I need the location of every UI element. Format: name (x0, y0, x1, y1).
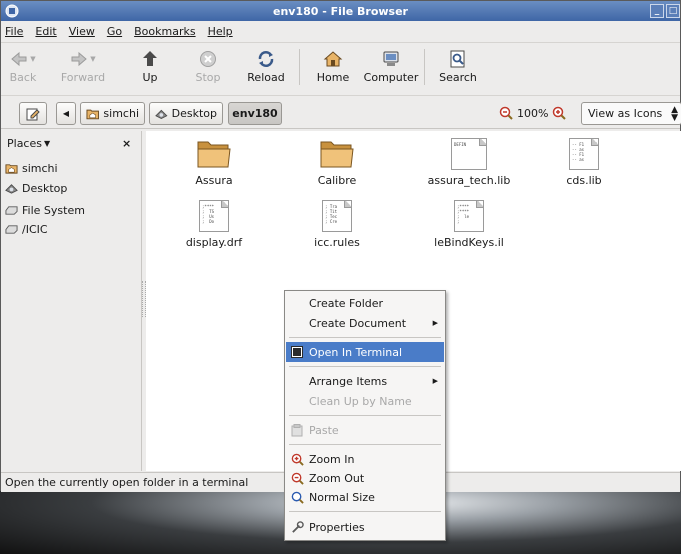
menu-separator (289, 366, 441, 367)
text-file-icon: DEFIN (451, 138, 487, 170)
window-title: env180 - File Browser (273, 4, 408, 18)
desktop-icon (155, 109, 168, 119)
drive-icon (5, 206, 18, 215)
menu-separator (289, 337, 441, 338)
computer-icon (383, 51, 399, 66)
zoom-out-icon[interactable] (499, 106, 513, 120)
folder-icon (197, 141, 231, 168)
properties-icon (291, 520, 304, 533)
file-item[interactable]: ;**** ;**** ; le ; leBindKeys.il (414, 198, 524, 249)
location-bar: ◀ simchi Desktop env180 100% View as Ico… (1, 95, 681, 129)
menu-item-zoom-out[interactable]: Zoom Out (286, 468, 444, 488)
reload-button[interactable]: Reload (237, 47, 295, 84)
app-icon (5, 4, 19, 18)
menu-separator (289, 511, 441, 512)
menu-file[interactable]: File (5, 25, 23, 38)
maximize-button[interactable]: □ (666, 4, 680, 18)
zoom-in-icon[interactable] (552, 106, 567, 120)
text-file-icon: ;**** ; TS ; Us ; Do (199, 200, 229, 232)
menu-item-create-document[interactable]: Create Document ▶ (286, 313, 444, 333)
file-item[interactable]: -- F1 -- as -- F1 -- as cds.lib (529, 136, 639, 187)
zoom-normal-icon (291, 491, 304, 504)
up-arrow-icon (143, 51, 157, 66)
back-arrow-icon (11, 51, 27, 67)
search-icon (450, 50, 465, 68)
crumb-env180[interactable]: env180 (228, 102, 282, 125)
file-item[interactable]: Assura (159, 136, 269, 187)
submenu-arrow-icon: ▶ (432, 319, 438, 327)
menu-item-clean-up[interactable]: Clean Up by Name (286, 391, 444, 411)
home-button[interactable]: Home (304, 47, 362, 84)
sidebar-item-simchi[interactable]: simchi (5, 162, 58, 175)
menu-item-properties[interactable]: Properties (286, 517, 444, 537)
reload-icon (258, 51, 274, 67)
file-item[interactable]: ;**** ; TS ; Us ; Do display.drf (159, 198, 269, 249)
desktop-icon (5, 184, 18, 194)
submenu-arrow-icon: ▶ (432, 377, 438, 385)
text-file-icon: -- F1 -- as -- F1 -- as (569, 138, 599, 170)
menu-edit[interactable]: Edit (35, 25, 56, 38)
sidebar-item-desktop[interactable]: Desktop (5, 182, 67, 195)
menu-bookmarks[interactable]: Bookmarks (134, 25, 195, 38)
drive-icon (5, 225, 18, 234)
up-button[interactable]: Up (121, 47, 179, 84)
menu-help[interactable]: Help (208, 25, 233, 38)
menu-item-normal-size[interactable]: Normal Size (286, 487, 444, 507)
title-bar[interactable]: env180 - File Browser _ □ (1, 1, 680, 21)
edit-location-icon (26, 108, 40, 120)
stop-icon (200, 51, 216, 67)
text-file-icon: ; Tra ; Tit ; Tec ; Cre (322, 200, 352, 232)
sidebar-item-icic[interactable]: /ICIC (5, 223, 48, 236)
forward-arrow-icon (71, 51, 88, 67)
terminal-icon (291, 346, 303, 358)
home-folder-icon (86, 109, 99, 119)
file-item[interactable]: ; Tra ; Tit ; Tec ; Cre icc.rules (282, 198, 392, 249)
home-folder-icon (5, 164, 18, 174)
zoom-out-icon (291, 472, 304, 485)
back-button[interactable]: ▼ Back (1, 47, 45, 84)
crumb-desktop[interactable]: Desktop (149, 102, 223, 125)
sidebar-item-file-system[interactable]: File System (5, 204, 85, 217)
places-dropdown[interactable]: Places ▼ (7, 137, 50, 150)
paste-icon (291, 423, 303, 436)
dropdown-arrow-icon: ▼ (43, 139, 51, 148)
folder-icon (320, 141, 354, 168)
search-button[interactable]: Search (429, 47, 487, 84)
toggle-location-button[interactable] (19, 102, 47, 125)
home-icon (323, 51, 343, 67)
computer-button[interactable]: Computer (362, 47, 420, 84)
text-file-icon: ;**** ;**** ; le ; (454, 200, 484, 232)
zoom-level[interactable]: 100% (517, 107, 548, 120)
crumb-simchi[interactable]: simchi (80, 102, 145, 125)
menu-separator (289, 444, 441, 445)
toolbar-separator (299, 49, 300, 85)
context-menu: Create Folder Create Document ▶ Open In T… (284, 290, 446, 541)
sidebar: Places ▼ × simchi Desktop File System /IC… (1, 131, 142, 471)
zoom-control: 100% (499, 106, 567, 120)
spin-arrows-icon: ▲ ▼ (671, 105, 678, 123)
minimize-button[interactable]: _ (650, 4, 664, 18)
menu-view[interactable]: View (69, 25, 95, 38)
path-back-arrow[interactable]: ◀ (56, 102, 76, 125)
menu-item-create-folder[interactable]: Create Folder (286, 293, 444, 313)
zoom-in-icon (291, 453, 304, 466)
menu-bar: File Edit View Go Bookmarks Help (1, 21, 680, 41)
toolbar: ▼ Back ▼ Forward Up Stop Reload Home Com… (1, 42, 680, 92)
close-sidebar-icon[interactable]: × (122, 137, 131, 150)
menu-separator (289, 415, 441, 416)
menu-item-arrange-items[interactable]: Arrange Items ▶ (286, 371, 444, 391)
stop-button[interactable]: Stop (179, 47, 237, 84)
file-item[interactable]: DEFIN assura_tech.lib (414, 136, 524, 187)
file-item[interactable]: Calibre (282, 136, 392, 187)
menu-item-zoom-in[interactable]: Zoom In (286, 449, 444, 469)
toolbar-separator (424, 49, 425, 85)
menu-go[interactable]: Go (107, 25, 122, 38)
forward-button[interactable]: ▼ Forward (45, 47, 121, 84)
menu-item-open-in-terminal[interactable]: Open In Terminal (286, 342, 444, 362)
menu-item-paste[interactable]: Paste (286, 420, 444, 440)
view-as-select[interactable]: View as Icons ▲ ▼ (581, 102, 681, 125)
